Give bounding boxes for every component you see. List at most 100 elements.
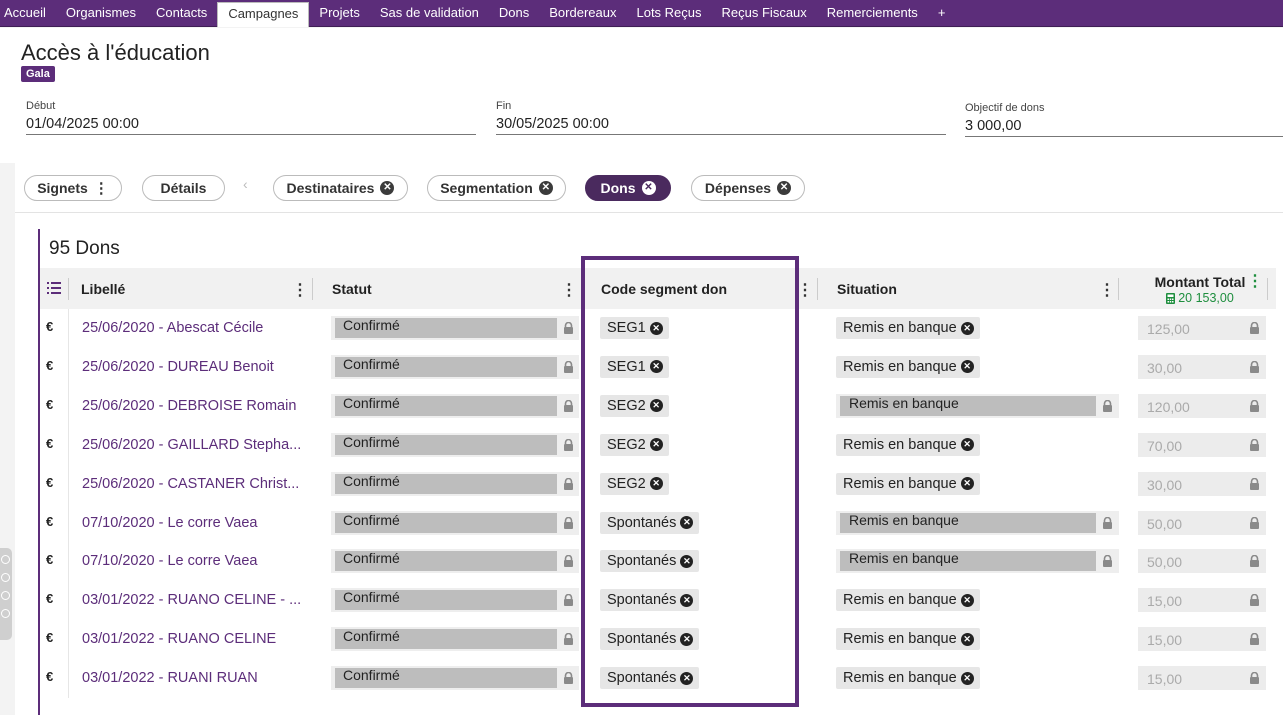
row-libelle-link[interactable]: 03/01/2022 - RUANO CELINE - ...: [82, 592, 310, 608]
tab-segmentation[interactable]: Segmentation ✕: [427, 175, 566, 201]
close-icon[interactable]: ✕: [538, 181, 553, 195]
close-icon[interactable]: ✕: [960, 671, 974, 685]
row-libelle-link[interactable]: 07/10/2020 - Le corre Vaea: [82, 553, 310, 569]
nav-item[interactable]: Sas de validation: [370, 1, 489, 25]
row-libelle-link[interactable]: 07/10/2020 - Le corre Vaea: [82, 515, 310, 531]
column-divider: [312, 278, 313, 300]
nav-item[interactable]: Dons: [489, 1, 539, 25]
nav-item[interactable]: Lots Reçus: [626, 1, 711, 25]
objectif-field[interactable]: Objectif de dons 3 000,00: [965, 102, 1283, 137]
montant-value: 70,00: [1147, 437, 1183, 454]
eye-icon[interactable]: [1, 573, 10, 582]
nav-item[interactable]: Campagnes: [217, 1, 310, 27]
close-icon[interactable]: ✕: [960, 438, 974, 452]
row-libelle-link[interactable]: 25/06/2020 - DUREAU Benoit: [82, 359, 310, 375]
nav-item[interactable]: Reçus Fiscaux: [712, 1, 817, 25]
situation-chip-label: Remis en banque: [843, 631, 957, 648]
lock-icon: [1249, 555, 1260, 568]
column-divider: [68, 347, 69, 387]
statut-field: Confirmé: [331, 510, 579, 535]
situation-value: Remis en banque: [840, 395, 1096, 416]
column-situation[interactable]: Situation: [837, 268, 897, 309]
close-icon[interactable]: ✕: [641, 181, 656, 195]
situation-chip[interactable]: Remis en banque ✕: [836, 667, 980, 690]
euro-icon: €: [46, 357, 54, 373]
tab-depenses[interactable]: Dépenses ✕: [691, 175, 805, 201]
debut-value[interactable]: 01/04/2025 00:00: [26, 112, 476, 135]
column-divider: [68, 309, 69, 348]
euro-icon: €: [46, 513, 54, 529]
nav-item[interactable]: Remerciements: [817, 1, 928, 25]
tab-dons-label: Dons: [600, 180, 636, 196]
row-libelle-link[interactable]: 25/06/2020 - Abescat Cécile: [82, 320, 310, 336]
chevron-left-icon[interactable]: ‹: [243, 176, 248, 192]
statut-field: Confirmé: [331, 471, 579, 496]
nav-item[interactable]: Bordereaux: [539, 1, 626, 25]
list-icon[interactable]: [47, 282, 61, 294]
calculator-icon: [1166, 292, 1176, 304]
side-tool-icon[interactable]: [1, 591, 10, 600]
situation-chip-label: Remis en banque: [843, 670, 957, 687]
kebab-menu-icon[interactable]: ⋮: [1099, 280, 1115, 300]
nav-item[interactable]: Contacts: [146, 1, 217, 25]
situation-chip[interactable]: Remis en banque ✕: [836, 317, 980, 339]
fin-value[interactable]: 30/05/2025 00:00: [496, 112, 946, 135]
row-libelle-link[interactable]: 25/06/2020 - GAILLARD Stepha...: [82, 437, 310, 453]
close-icon[interactable]: ✕: [380, 181, 395, 195]
fin-field[interactable]: Fin 30/05/2025 00:00: [496, 100, 946, 135]
situation-chip[interactable]: Remis en banque ✕: [836, 472, 980, 495]
euro-icon: €: [46, 396, 54, 412]
side-tool-icon[interactable]: [1, 555, 10, 564]
close-icon[interactable]: ✕: [960, 360, 974, 374]
close-icon[interactable]: ✕: [960, 593, 974, 607]
list-count: 95 Dons: [49, 238, 120, 259]
situation-chip[interactable]: Remis en banque ✕: [836, 433, 980, 456]
close-icon[interactable]: ✕: [960, 477, 974, 491]
statut-value: Confirmé: [335, 356, 557, 377]
kebab-menu-icon[interactable]: ⋮: [292, 280, 308, 300]
situation-chip[interactable]: Remis en banque ✕: [836, 589, 980, 612]
row-libelle-link[interactable]: 25/06/2020 - DEBROISE Romain: [82, 398, 310, 414]
debut-field[interactable]: Début 01/04/2025 00:00: [26, 100, 476, 135]
kebab-menu-icon[interactable]: ⋮: [561, 280, 577, 300]
close-icon[interactable]: ✕: [960, 632, 974, 646]
column-montant-label: Montant Total: [1154, 274, 1246, 290]
montant-field: 15,00: [1138, 627, 1266, 652]
statut-field: Confirmé: [331, 666, 579, 691]
tab-dons[interactable]: Dons ✕: [585, 175, 671, 201]
lock-icon: [1249, 438, 1260, 451]
row-libelle-link[interactable]: 25/06/2020 - CASTANER Christ...: [82, 476, 310, 492]
nav-item[interactable]: Projets: [309, 1, 369, 25]
tab-details[interactable]: Détails: [142, 175, 225, 201]
nav-item[interactable]: Accueil: [0, 1, 56, 25]
nav-item[interactable]: Organismes: [56, 1, 146, 25]
statut-value: Confirmé: [335, 512, 557, 533]
montant-value: 30,00: [1147, 359, 1183, 376]
lock-icon: [1102, 516, 1113, 529]
situation-chip[interactable]: Remis en banque ✕: [836, 355, 980, 378]
nav-item[interactable]: +: [928, 1, 956, 25]
column-libelle[interactable]: Libellé: [81, 268, 125, 309]
close-icon[interactable]: ✕: [960, 321, 974, 335]
close-icon[interactable]: ✕: [777, 181, 792, 195]
column-statut[interactable]: Statut: [332, 268, 372, 309]
situation-chip[interactable]: Remis en banque ✕: [836, 628, 980, 651]
column-divider: [68, 542, 69, 582]
column-divider: [1267, 278, 1268, 300]
kebab-menu-icon[interactable]: ⋮: [1247, 271, 1263, 291]
gear-icon[interactable]: [1, 609, 10, 618]
row-libelle-link[interactable]: 03/01/2022 - RUANI RUAN: [82, 670, 310, 686]
tab-signets[interactable]: Signets ⋮: [24, 175, 122, 201]
montant-value: 30,00: [1147, 476, 1183, 493]
statut-field: Confirmé: [331, 316, 579, 340]
column-divider: [1118, 278, 1119, 300]
fin-label: Fin: [496, 100, 512, 112]
kebab-menu-icon[interactable]: ⋮: [797, 280, 813, 300]
objectif-value[interactable]: 3 000,00: [965, 114, 1283, 137]
kebab-menu-icon[interactable]: ⋮: [94, 181, 109, 196]
tab-destinataires[interactable]: Destinataires ✕: [273, 175, 408, 201]
tab-details-label: Détails: [160, 180, 207, 196]
column-divider: [68, 386, 69, 426]
row-libelle-link[interactable]: 03/01/2022 - RUANO CELINE: [82, 631, 310, 647]
column-montant[interactable]: Montant Total 20 153,00: [1140, 274, 1260, 305]
